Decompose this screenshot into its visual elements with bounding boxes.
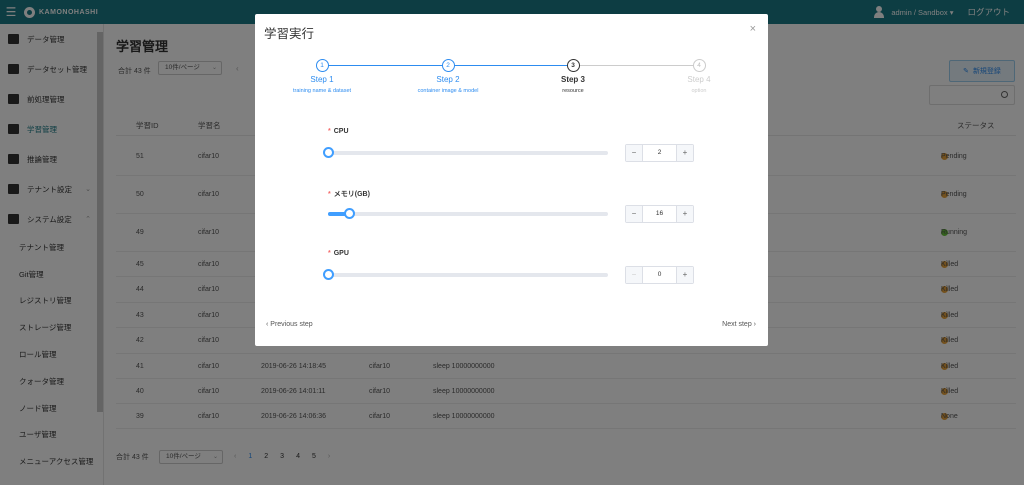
step-title: Step 4 [687,75,711,84]
resource-slider[interactable] [323,147,608,158]
quantity-stepper[interactable]: −0 + [625,266,694,284]
field-label: * CPU [328,128,349,135]
decrement-button[interactable]: − [626,267,643,283]
decrement-button[interactable]: − [626,145,643,161]
increment-button[interactable]: + [676,267,693,283]
step-2: 2 Step 2 container image & model [383,59,513,94]
increment-button[interactable]: + [676,206,693,222]
step-4: 4 Step 4 option [634,59,764,94]
decrement-button[interactable]: − [626,206,643,222]
slider-handle[interactable] [323,147,334,158]
required-mark: * [328,191,331,198]
step-indicator: 1 Step 1 training name & dataset 2 Step 2 con… [255,59,768,99]
step-description: option [691,88,707,94]
required-mark: * [328,128,331,135]
step-title: Step 2 [436,75,460,84]
resource-slider[interactable] [328,208,608,219]
close-icon[interactable]: × [750,23,756,35]
step-1: 1 Step 1 training name & dataset [257,59,387,94]
step-description: resource [562,88,584,94]
step-number-icon: 3 [566,59,580,72]
previous-step-button[interactable]: ‹ Previous step [266,321,313,328]
stepper-value[interactable]: 2 [643,145,676,161]
field-label: * GPU [328,250,349,257]
stepper-value[interactable]: 16 [643,206,676,222]
field-label-text: メモリ(GB) [333,191,370,198]
quantity-stepper[interactable]: −2 + [625,144,694,162]
step-number-icon: 1 [315,59,329,72]
quantity-stepper[interactable]: −16 + [625,205,694,223]
field-label-text: GPU [333,250,349,257]
resource-slider[interactable] [323,269,608,280]
step-description: container image & model [417,88,479,94]
required-mark: * [328,250,331,257]
slider-handle[interactable] [344,208,355,219]
field-label-text: CPU [333,128,349,135]
step-number-icon: 4 [692,59,706,72]
dialog-title: 学習実行 [264,27,315,41]
step-number-icon: 2 [441,59,455,72]
step-description: training name & dataset [292,88,352,94]
field-label: * メモリ(GB) [328,189,370,199]
stepper-value[interactable]: 0 [643,267,676,283]
slider-handle[interactable] [323,269,334,280]
increment-button[interactable]: + [676,145,693,161]
step-title: Step 1 [310,75,334,84]
step-title: Step 3 [560,75,585,84]
step-3: 3 Step 3 resource [508,59,638,94]
next-step-button[interactable]: Next step › [722,321,756,328]
training-run-dialog: 学習実行 × 1 Step 1 training name & dataset 2 St… [255,14,768,346]
